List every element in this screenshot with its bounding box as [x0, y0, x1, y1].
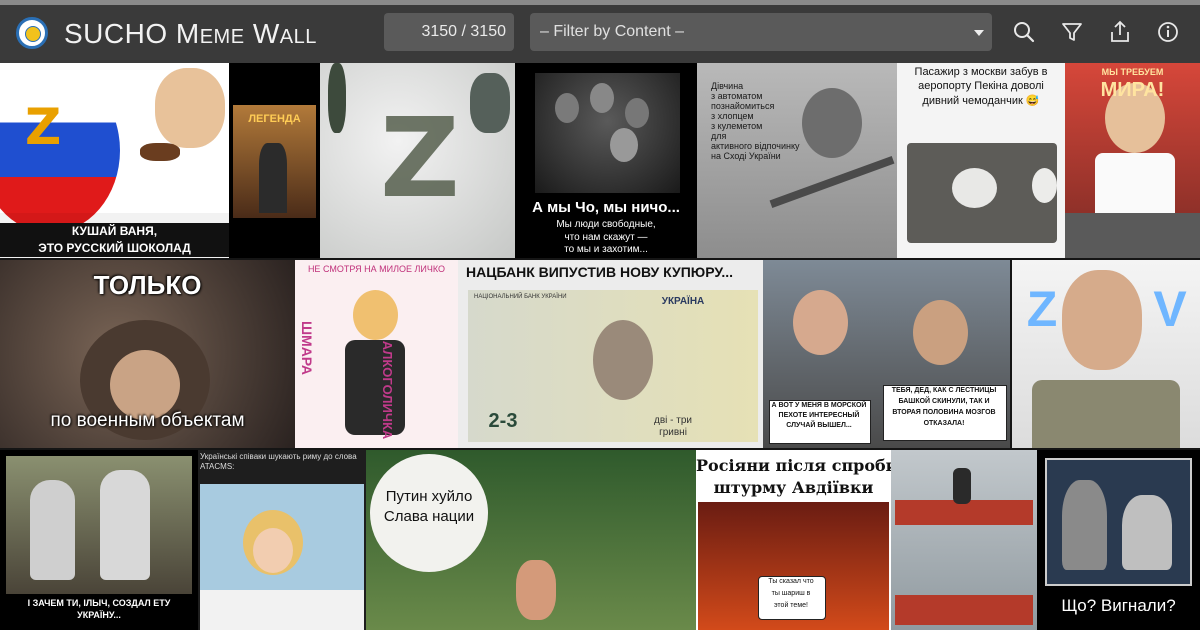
meme-counter[interactable]: 3150 / 3150 — [384, 13, 514, 51]
meme-caption: по военным объектам — [50, 410, 245, 431]
meme-caption: дивний чемоданчик 😅 — [922, 95, 1040, 107]
meme-caption: Слава нации — [383, 508, 475, 525]
meme-tile[interactable]: МЫ ТРЕБУЕМ МИРА! — [1065, 63, 1200, 258]
meme-caption: Пасажир з москви забув в — [914, 66, 1048, 78]
content-filter-label: – Filter by Content – — [540, 23, 685, 40]
cartoon-wolf — [1122, 495, 1172, 570]
app-header: SUCHO Meme Wall 3150 / 3150 – Filter by … — [0, 5, 1200, 63]
flower-stand — [895, 595, 1033, 625]
meme-tile[interactable]: Дівчина з автоматом познайомиться з хлоп… — [697, 63, 897, 258]
rifle — [769, 156, 895, 208]
meme-caption: ЭТО РУССКИЙ ШОКОЛАД — [0, 239, 229, 257]
meme-tile[interactable]: ЛЕГЕНДА — [229, 63, 320, 258]
meme-caption: ATACMS: — [200, 462, 235, 471]
meme-grid: Z КУШАЙ ВАНЯ, ЭТО РУССКИЙ ШОКОЛАД ЛЕГЕНД… — [0, 63, 1200, 630]
meme-tile[interactable]: НАЦБАНК ВИПУСТИВ НОВУ КУПЮРУ... НАЦІОНАЛ… — [458, 260, 763, 448]
meme-caption: Що? Вигнали? — [1061, 596, 1176, 615]
toilet-seat — [952, 168, 997, 208]
meme-tile[interactable] — [891, 450, 1037, 630]
content-filter-select[interactable]: – Filter by Content – — [530, 13, 992, 51]
meme-caption: АЛКОГОЛИЧКА — [380, 340, 395, 440]
meme-tile[interactable]: А ВОТ У МЕНЯ В МОРСКОЙ ПЕХОТЕ ИНТЕРЕСНЫЙ… — [763, 260, 1010, 448]
meme-tile[interactable]: Путин хуйло Слава нации — [366, 450, 696, 630]
meme-tile[interactable]: А мы Чо, мы ничо... Мы люди свободные, ч… — [515, 63, 697, 258]
chevron-down-icon — [974, 30, 984, 36]
meme-caption: УКРАЇНУ... — [77, 610, 121, 620]
meme-tile[interactable]: І ЗАЧЕМ ТИ, ІЛЬІЧ, СОЗДАЛ ЕТУ УКРАЇНУ... — [0, 450, 198, 630]
meme-caption: І ЗАЧЕМ ТИ, ІЛЬІЧ, СОЗДАЛ ЕТУ — [27, 598, 171, 608]
meme-caption: НЕ СМОТРЯ НА МИЛОЕ ЛИЧКО — [307, 264, 446, 274]
meme-caption: познайомиться — [711, 101, 775, 111]
meme-tile[interactable]: Z — [320, 63, 515, 258]
meme-caption: Українські співаки шукають риму до слова — [200, 452, 357, 461]
meme-caption: штурму Авдіївки — [713, 478, 874, 497]
statue — [100, 470, 150, 580]
meme-caption: аеропорту Пекіна доволі — [918, 80, 1044, 92]
meme-tile[interactable]: ТОЛЬКО по военным объектам — [0, 260, 295, 448]
meme-caption: з хлопцем — [711, 111, 754, 121]
meme-caption: ЛЕГЕНДА — [248, 113, 301, 125]
meme-caption: з кулеметом — [711, 121, 763, 131]
meme-caption: Росіяни після спроби — [696, 456, 891, 475]
meme-tile[interactable]: НЕ СМОТРЯ НА МИЛОЕ ЛИЧКО ШМАРА АЛКОГОЛИЧ… — [295, 260, 458, 448]
meme-caption: Дівчина — [711, 81, 744, 91]
filter-icon[interactable] — [1059, 19, 1085, 45]
meme-caption: для — [711, 131, 727, 141]
meme-tile[interactable]: Що? Вигнали? — [1037, 450, 1200, 630]
meme-tile[interactable]: Росіяни після спроби штурму Авдіївки Ты … — [696, 450, 891, 630]
meme-caption: Путин хуйло — [385, 488, 473, 505]
meme-caption: Z — [1026, 281, 1058, 337]
meme-caption: А мы Чо, мы ничо... — [532, 199, 680, 216]
info-icon[interactable] — [1155, 19, 1181, 45]
sucho-logo[interactable] — [16, 17, 48, 49]
meme-caption: что нам скажут — — [564, 232, 648, 243]
putin-face — [155, 68, 225, 148]
meme-caption: V — [1153, 281, 1187, 337]
meme-tile[interactable]: Пасажир з москви забув в аеропорту Пекін… — [897, 63, 1065, 258]
meme-caption: то мы и захотим... — [564, 244, 648, 255]
meme-caption: МИРА! — [1100, 79, 1165, 101]
figure — [259, 143, 287, 213]
statue — [30, 480, 75, 580]
search-icon[interactable] — [1011, 19, 1037, 45]
meme-tile[interactable]: Українські співаки шукають риму до слова… — [198, 450, 366, 630]
meme-caption: ШМАРА — [299, 320, 315, 376]
portrait — [593, 320, 653, 400]
meme-caption: КУШАЙ ВАНЯ, — [0, 223, 229, 239]
meme-caption: Мы люди свободные, — [556, 219, 656, 230]
z-formation: Z — [380, 94, 460, 222]
meme-caption: НАЦБАНК ВИПУСТИВ НОВУ КУПЮРУ... — [466, 264, 734, 280]
meme-tile[interactable]: Z V — [1012, 260, 1200, 448]
meme-caption: з автоматом — [711, 91, 763, 101]
share-icon[interactable] — [1107, 19, 1133, 45]
meme-caption: ТОЛЬКО — [93, 270, 202, 300]
meme-caption: активного відпочинку — [711, 141, 800, 151]
meme-tile[interactable]: Z КУШАЙ ВАНЯ, ЭТО РУССКИЙ ШОКОЛАД — [0, 63, 229, 258]
app-title: SUCHO Meme Wall — [64, 18, 317, 49]
meme-caption: на Сході України — [711, 151, 781, 161]
meme-caption: МЫ ТРЕБУЕМ — [1101, 67, 1164, 77]
